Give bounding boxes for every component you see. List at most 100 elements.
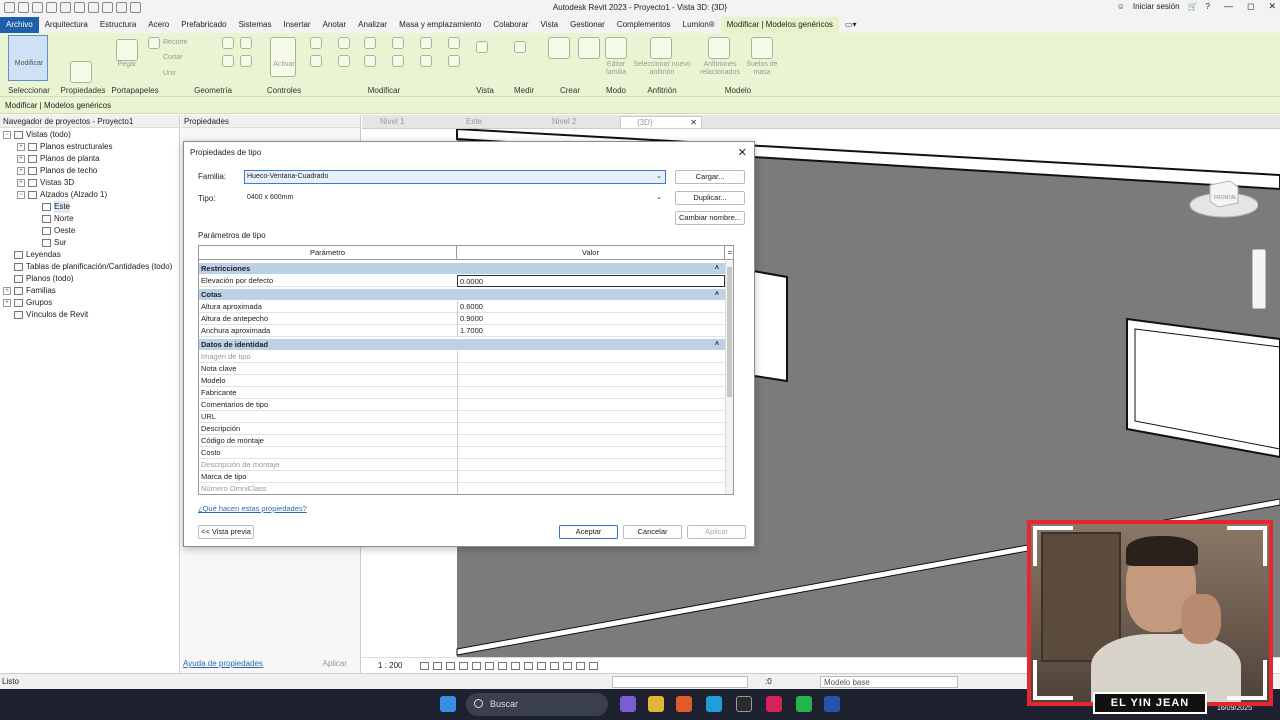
parameter-row[interactable]: Altura aproximada 0.6000	[199, 301, 733, 313]
parameter-row[interactable]: Marca de tipo	[199, 471, 733, 483]
browser-node[interactable]: + Vistas 3D	[0, 177, 179, 189]
ribbon-dropdown-icon[interactable]: ▭▾	[839, 17, 863, 33]
menu-tab[interactable]: Complementos	[611, 17, 677, 33]
parameter-value[interactable]	[457, 423, 725, 435]
menu-tab[interactable]: Gestionar	[564, 17, 611, 33]
view-tab[interactable]: Nivel 2	[536, 116, 618, 128]
browser-node[interactable]: Oeste	[0, 225, 179, 237]
maximize-icon[interactable]: ◻	[1247, 1, 1254, 12]
menu-tab[interactable]: Prefabricado	[175, 17, 232, 33]
delete-icon[interactable]	[448, 55, 460, 67]
parameter-row[interactable]: Fabricante	[199, 387, 733, 399]
panel-select[interactable]: Seleccionar	[0, 33, 58, 97]
browser-node[interactable]: + Planos estructurales	[0, 141, 179, 153]
parameter-value[interactable]	[457, 399, 725, 411]
menu-tab[interactable]: Archivo	[0, 17, 39, 33]
browser-node[interactable]: Vínculos de Revit	[0, 309, 179, 321]
user-icon[interactable]: ☺	[1117, 2, 1125, 11]
menu-tab[interactable]: Insertar	[277, 17, 316, 33]
browser-node[interactable]: Planos (todo)	[0, 273, 179, 285]
parameter-value[interactable]: 0.0000	[457, 275, 725, 287]
sun-path-icon[interactable]	[446, 662, 455, 670]
help-icon[interactable]: ?	[1206, 2, 1210, 11]
analysis-icon[interactable]	[576, 662, 585, 670]
chatgpt-icon[interactable]	[736, 696, 752, 712]
parameter-value[interactable]	[457, 483, 725, 494]
parameter-row[interactable]: Código de montaje	[199, 435, 733, 447]
parameter-group-row[interactable]: Cotas ˄	[199, 289, 733, 301]
taskbar-search[interactable]: Buscar	[466, 693, 608, 716]
menu-tab[interactable]: Sistemas	[233, 17, 278, 33]
parameter-value[interactable]	[457, 471, 725, 483]
parameter-row[interactable]: Elevación por defecto 0.0000	[199, 275, 733, 287]
brave-browser-icon[interactable]	[676, 696, 692, 712]
highlight-icon[interactable]	[563, 662, 572, 670]
worksharing-icon[interactable]	[550, 662, 559, 670]
copilot-icon[interactable]	[620, 696, 636, 712]
close-tab-icon[interactable]: ✕	[690, 117, 697, 129]
parameter-row[interactable]: Descripción	[199, 423, 733, 435]
parameter-row[interactable]: Nota clave	[199, 363, 733, 375]
view-tab[interactable]: Nivel 1	[364, 116, 446, 128]
menu-tab[interactable]: Lumion®	[677, 17, 721, 33]
parameter-row[interactable]: Número OmniClass	[199, 483, 733, 494]
menu-tab[interactable]: Analizar	[352, 17, 393, 33]
parameter-row[interactable]: Modelo	[199, 375, 733, 387]
menu-tab[interactable]: Acero	[142, 17, 175, 33]
reveal-hidden-icon[interactable]	[537, 662, 546, 670]
parameter-value[interactable]	[457, 387, 725, 399]
expand-toggle-icon[interactable]: +	[17, 179, 25, 187]
properties-help-link[interactable]: Ayuda de propiedades	[181, 659, 263, 668]
browser-node[interactable]: − Alzados (Alzado 1)	[0, 189, 179, 201]
parameter-group-row[interactable]: Datos de identidad ˄	[199, 339, 733, 351]
browser-node[interactable]: − Vistas (todo)	[0, 129, 179, 141]
expand-toggle-icon[interactable]: −	[3, 131, 11, 139]
preview-button[interactable]: << Vista previa	[198, 525, 254, 539]
show-crop-icon[interactable]	[498, 662, 507, 670]
collapse-group-icon[interactable]: ˄	[715, 339, 719, 351]
table-scrollbar[interactable]	[725, 261, 733, 494]
navigation-bar[interactable]	[1252, 249, 1266, 309]
browser-node[interactable]: + Planos de techo	[0, 165, 179, 177]
file-explorer-icon[interactable]	[648, 696, 664, 712]
parameter-value[interactable]	[457, 363, 725, 375]
cart-icon[interactable]: 🛒	[1188, 2, 1198, 11]
what-do-properties-do-link[interactable]: ¿Qué hacen estas propiedades?	[198, 504, 307, 513]
visual-style-icon[interactable]	[433, 662, 442, 670]
windows-start-icon[interactable]	[440, 696, 456, 712]
parameter-row[interactable]: Imagen de tipo	[199, 351, 733, 363]
autocad-icon[interactable]	[766, 696, 782, 712]
browser-node[interactable]: Leyendas	[0, 249, 179, 261]
browser-node[interactable]: Norte	[0, 213, 179, 225]
temp-hide-icon[interactable]	[524, 662, 533, 670]
menu-tab[interactable]: Arquitectura	[39, 17, 94, 33]
parameter-value[interactable]: 0.6000	[457, 301, 725, 313]
browser-node[interactable]: Tablas de planificación/Cantidades (todo…	[0, 261, 179, 273]
parameter-value[interactable]	[457, 435, 725, 447]
parameter-group-row[interactable]: Restricciones ˄	[199, 263, 733, 275]
browser-node[interactable]: + Grupos	[0, 297, 179, 309]
parameter-row[interactable]: Comentarios de tipo	[199, 399, 733, 411]
parameter-row[interactable]: URL	[199, 411, 733, 423]
browser-node[interactable]: Este	[0, 201, 179, 213]
menu-tab[interactable]: Colaborar	[487, 17, 534, 33]
browser-node[interactable]: + Planos de planta	[0, 153, 179, 165]
ok-button[interactable]: Aceptar	[559, 525, 618, 539]
parameter-row[interactable]: Descripción de montaje	[199, 459, 733, 471]
parameter-row[interactable]: Anchura aproximada 1.7000	[199, 325, 733, 337]
load-button[interactable]: Cargar...	[675, 170, 745, 184]
workset-dropdown[interactable]	[612, 676, 748, 688]
parameter-value[interactable]: 1.7000	[457, 325, 725, 337]
family-dropdown[interactable]: Hueco-Ventana-Cuadrado ⌄	[244, 170, 666, 184]
close-window-icon[interactable]: ✕	[1268, 1, 1276, 12]
apply-button[interactable]: Aplicar	[687, 525, 746, 539]
menu-tab[interactable]: Modificar | Modelos genéricos	[720, 17, 839, 33]
detail-level-icon[interactable]	[420, 662, 429, 670]
constraints-icon[interactable]	[589, 662, 598, 670]
parameter-value[interactable]	[457, 351, 725, 363]
view-scale[interactable]: 1 : 200	[378, 658, 402, 674]
type-dropdown[interactable]: 0400 x 600mm ⌄	[244, 191, 666, 205]
move-icon[interactable]	[310, 55, 322, 67]
lock-view-icon[interactable]	[511, 662, 520, 670]
cancel-button[interactable]: Cancelar	[623, 525, 682, 539]
